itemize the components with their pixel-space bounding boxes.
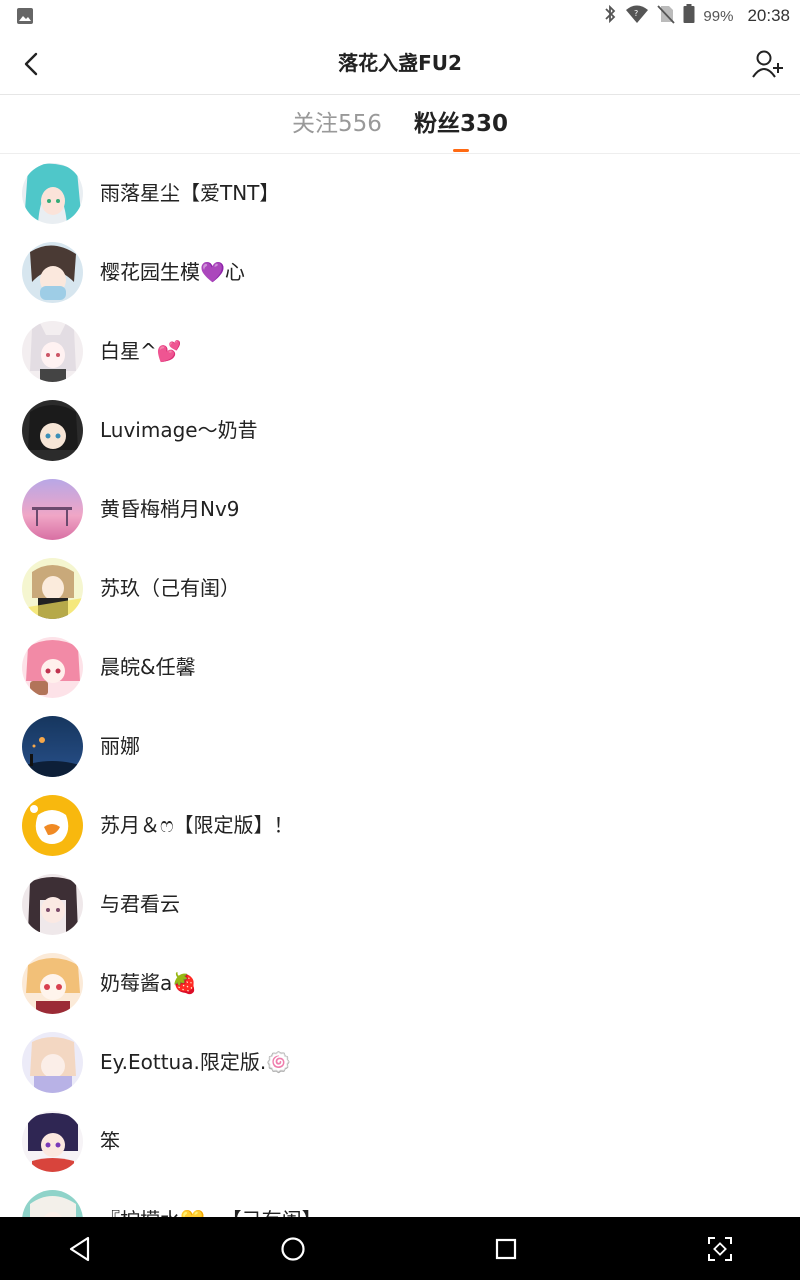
follower-name: 丽娜 bbox=[100, 734, 140, 758]
avatar[interactable] bbox=[22, 400, 83, 461]
wifi-icon: ? bbox=[625, 4, 649, 28]
avatar[interactable] bbox=[22, 321, 83, 382]
tab-followers[interactable]: 粉丝330 bbox=[414, 96, 508, 154]
system-nav-bar bbox=[0, 1217, 800, 1280]
follower-name: Luvimage～奶昔 bbox=[100, 418, 258, 442]
follower-name: 樱花园生模💜心 bbox=[100, 260, 245, 284]
avatar[interactable] bbox=[22, 716, 83, 777]
status-bar: ? 99% 20:38 bbox=[0, 0, 800, 32]
active-tab-indicator bbox=[452, 149, 469, 152]
list-item[interactable]: 与君看云 bbox=[0, 866, 800, 945]
list-item[interactable]: 笨 bbox=[0, 1103, 800, 1182]
follower-name: 笨 bbox=[100, 1129, 120, 1153]
list-item[interactable]: 黄昏梅梢月Nv9 bbox=[0, 471, 800, 550]
follower-list[interactable]: 雨落星尘【爱TNT】 樱花园生模💜心 白星^💕 Luvimage～奶昔 黄昏梅梢… bbox=[0, 155, 800, 1217]
back-triangle-icon bbox=[69, 1236, 90, 1262]
follower-name: 苏月＆ෆ【限定版】！ bbox=[100, 813, 294, 837]
home-circle-icon bbox=[281, 1237, 305, 1261]
follower-name: 苏玖（己有闺） bbox=[100, 576, 240, 600]
clock: 20:38 bbox=[747, 6, 790, 25]
avatar[interactable] bbox=[22, 479, 83, 540]
follower-name: 晨皖&任馨 bbox=[100, 655, 196, 679]
avatar[interactable] bbox=[22, 1190, 83, 1217]
list-item[interactable]: 『柠檬水💛~【己有闺】 bbox=[0, 1182, 800, 1217]
list-item[interactable]: 苏玖（己有闺） bbox=[0, 550, 800, 629]
tab-followers-label: 粉丝330 bbox=[413, 111, 508, 137]
tab-following[interactable]: 关注556 bbox=[292, 96, 382, 154]
list-item[interactable]: 苏月＆ෆ【限定版】！ bbox=[0, 787, 800, 866]
bluetooth-icon bbox=[603, 4, 617, 28]
header: 落花入盏FU2 bbox=[0, 32, 800, 95]
list-item[interactable]: 丽娜 bbox=[0, 708, 800, 787]
tab-bar: 关注556 粉丝330 bbox=[0, 96, 800, 154]
follower-name: 『柠檬水💛~【己有闺】 bbox=[100, 1182, 322, 1217]
avatar[interactable] bbox=[22, 874, 83, 935]
battery-percent: 99% bbox=[703, 7, 734, 25]
nav-back-button[interactable] bbox=[62, 1231, 98, 1267]
add-user-icon bbox=[752, 50, 783, 78]
list-item[interactable]: Luvimage～奶昔 bbox=[0, 392, 800, 471]
back-button[interactable] bbox=[14, 46, 50, 82]
nav-home-button[interactable] bbox=[275, 1231, 311, 1267]
list-item[interactable]: Ey.Eottua.限定版.🍥 bbox=[0, 1024, 800, 1103]
page-title: 落花入盏FU2 bbox=[338, 51, 462, 75]
follower-name: 黄昏梅梢月Nv9 bbox=[100, 497, 240, 521]
screenshot-icon bbox=[708, 1237, 732, 1261]
avatar[interactable] bbox=[22, 1032, 83, 1093]
svg-text:?: ? bbox=[634, 9, 638, 18]
avatar[interactable] bbox=[22, 242, 83, 303]
avatar[interactable] bbox=[22, 1111, 83, 1172]
nav-recents-button[interactable] bbox=[488, 1231, 524, 1267]
back-arrow-icon bbox=[24, 52, 38, 76]
recents-square-icon bbox=[495, 1238, 517, 1260]
follower-name: 与君看云 bbox=[100, 892, 180, 916]
follower-name: 奶莓酱a🍓 bbox=[100, 971, 198, 995]
follower-name: Ey.Eottua.限定版.🍥 bbox=[100, 1050, 292, 1074]
list-item[interactable]: 奶莓酱a🍓 bbox=[0, 945, 800, 1024]
avatar[interactable] bbox=[22, 163, 83, 224]
avatar[interactable] bbox=[22, 558, 83, 619]
add-user-button[interactable] bbox=[750, 46, 786, 82]
list-item[interactable]: 雨落星尘【爱TNT】 bbox=[0, 155, 800, 234]
avatar[interactable] bbox=[22, 953, 83, 1014]
follower-name: 白星^💕 bbox=[100, 339, 182, 363]
follower-name: 雨落星尘【爱TNT】 bbox=[100, 181, 280, 205]
gallery-notification-icon bbox=[16, 7, 34, 29]
no-sim-icon bbox=[657, 4, 676, 28]
nav-screenshot-button[interactable] bbox=[702, 1231, 738, 1267]
list-item[interactable]: 晨皖&任馨 bbox=[0, 629, 800, 708]
avatar[interactable] bbox=[22, 795, 83, 856]
list-item[interactable]: 白星^💕 bbox=[0, 313, 800, 392]
list-item[interactable]: 樱花园生模💜心 bbox=[0, 234, 800, 313]
battery-icon bbox=[683, 4, 695, 28]
avatar[interactable] bbox=[22, 637, 83, 698]
tab-following-label: 关注556 bbox=[292, 111, 382, 137]
